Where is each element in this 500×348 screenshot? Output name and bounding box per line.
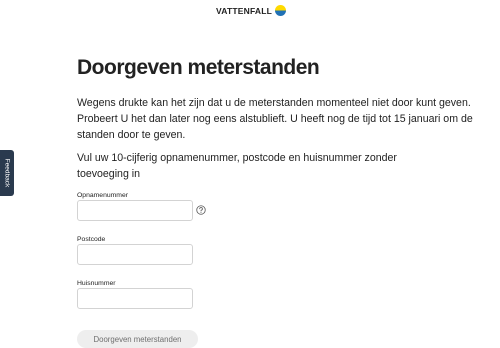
submit-button[interactable]: Doorgeven meterstanden <box>77 330 198 348</box>
brand-logo-link[interactable]: VATTENFALL <box>216 5 286 16</box>
opnamenummer-label: Opnamenummer <box>77 192 128 199</box>
postcode-input[interactable] <box>77 244 193 265</box>
notice-text: Wegens drukte kan het zijn dat u de mete… <box>77 97 473 141</box>
vattenfall-logo-icon <box>274 5 286 16</box>
site-header: VATTENFALL <box>0 0 500 22</box>
postcode-label: Postcode <box>77 236 106 243</box>
feedback-tab-label: Feedback <box>3 158 11 188</box>
instructions-text: Vul uw 10-cijferig opnamenummer, postcod… <box>77 152 397 180</box>
question-circle-icon[interactable] <box>196 205 206 215</box>
feedback-tab[interactable]: Feedback <box>0 150 14 196</box>
brand-name: VATTENFALL <box>216 5 272 16</box>
huisnummer-label: Huisnummer <box>77 280 116 287</box>
huisnummer-input[interactable] <box>77 288 193 309</box>
page-title: Doorgeven meterstanden <box>77 56 320 79</box>
opnamenummer-input[interactable] <box>77 200 193 221</box>
